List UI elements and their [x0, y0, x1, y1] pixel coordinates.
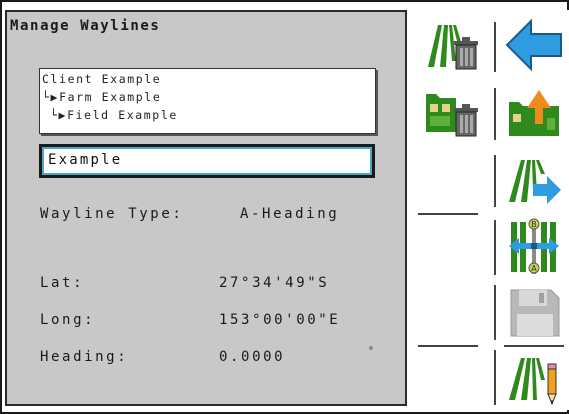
wayline-name-value[interactable]: Example: [42, 147, 372, 175]
heading-label: Heading:: [40, 349, 129, 365]
tree-arrow-icon: └▶: [42, 90, 60, 104]
field-export-icon: [509, 90, 559, 136]
divider: [494, 155, 496, 207]
tree-arrow-icon: └▶: [50, 108, 68, 122]
heading-value: 0.0000: [219, 349, 286, 365]
delete-field-button[interactable]: [417, 82, 489, 142]
svg-text:A: A: [531, 264, 537, 273]
divider: [418, 213, 478, 215]
save-icon: [510, 289, 560, 337]
divider: [504, 345, 564, 347]
wayline-type-value: A-Heading: [240, 206, 340, 222]
client-farm-field-tree[interactable]: Client Example └▶Farm Example └▶Field Ex…: [39, 68, 376, 134]
wayline-edit-icon: [509, 358, 557, 406]
back-arrow-icon: [505, 18, 562, 72]
lat-value: 27°34'49"S: [219, 275, 330, 291]
client-label: Client Example: [42, 72, 162, 86]
ab-shift-button[interactable]: B A: [498, 216, 569, 276]
field-delete-icon: [426, 94, 478, 137]
wayline-type-label: Wayline Type:: [40, 206, 184, 222]
save-button[interactable]: [498, 282, 569, 342]
page-title: Manage Waylines: [10, 18, 161, 34]
wayline-name-field[interactable]: Example: [39, 144, 375, 178]
field-label: Field Example: [67, 108, 178, 122]
field-export-button[interactable]: [498, 82, 569, 142]
back-button[interactable]: [498, 15, 569, 75]
divider: [494, 22, 496, 72]
delete-wayline-button[interactable]: [417, 15, 489, 75]
svg-text:B: B: [531, 220, 537, 229]
manage-waylines-panel: Manage Waylines Client Example └▶Farm Ex…: [5, 10, 407, 406]
softkey-column: B A: [412, 10, 569, 410]
heading-unit: °: [368, 346, 375, 357]
long-label: Long:: [40, 312, 96, 328]
divider: [494, 350, 496, 405]
wayline-send-icon: [509, 160, 561, 204]
ab-shift-icon: B A: [509, 218, 559, 274]
long-value: 153°00'00"E: [219, 312, 341, 328]
farm-label: Farm Example: [59, 90, 162, 104]
screen-frame: Manage Waylines Client Example └▶Farm Ex…: [0, 0, 569, 414]
field-row: └▶Field Example: [50, 108, 178, 122]
divider: [494, 88, 496, 140]
farm-row: └▶Farm Example: [42, 90, 161, 104]
edit-wayline-button[interactable]: [498, 348, 569, 408]
divider: [494, 220, 496, 275]
wayline-send-button[interactable]: [498, 150, 569, 210]
wayline-delete-icon: [428, 25, 478, 70]
lat-label: Lat:: [40, 275, 85, 291]
divider: [418, 345, 478, 347]
divider: [494, 285, 496, 340]
